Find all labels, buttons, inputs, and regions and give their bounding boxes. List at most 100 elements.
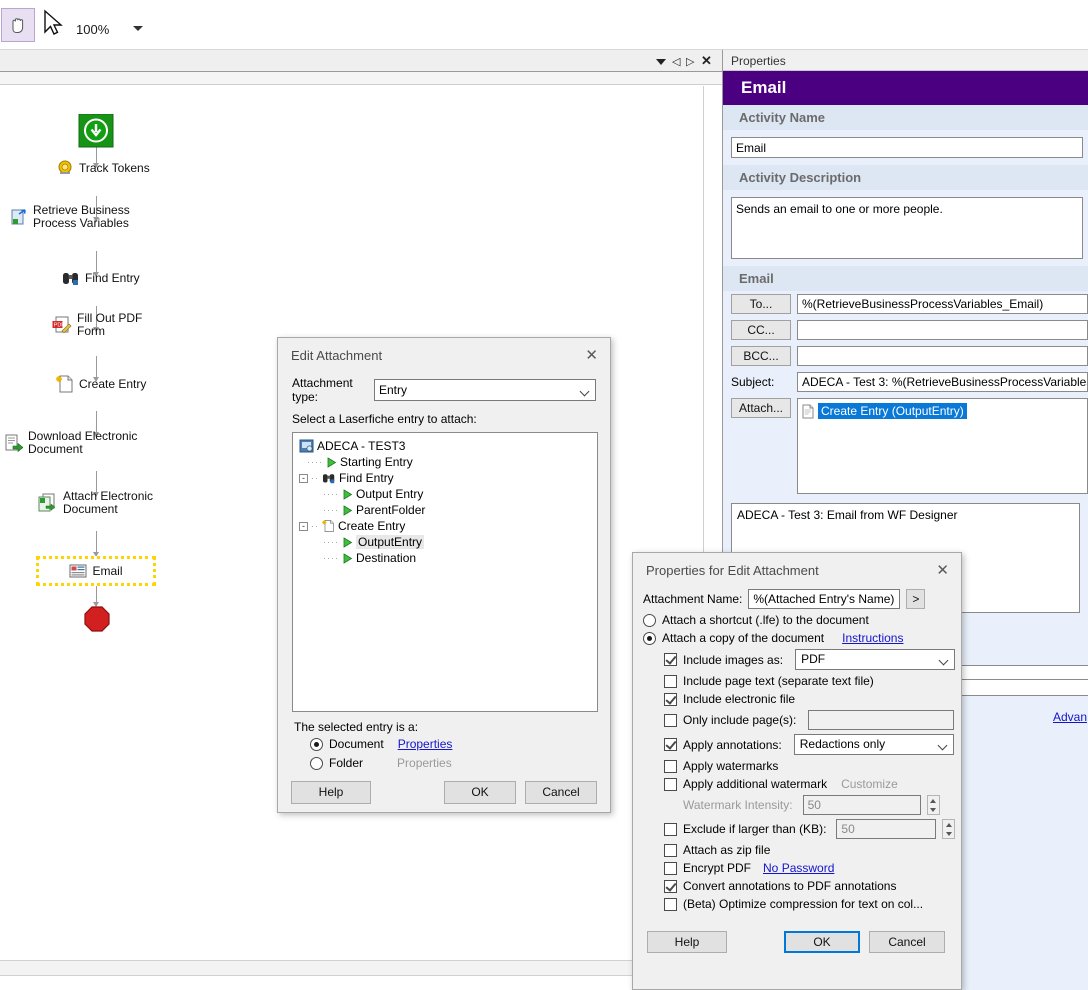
help-button[interactable]: Help	[647, 931, 727, 953]
green-arrow-icon	[343, 552, 353, 564]
document-properties-link[interactable]: Properties	[398, 737, 453, 751]
attach-shortcut-radio[interactable]	[643, 613, 656, 627]
beta-optimize-checkbox[interactable]	[664, 897, 677, 911]
watermark-intensity-label: Watermark Intensity:	[683, 798, 793, 812]
binoculars-icon	[63, 273, 78, 285]
exclude-if-larger-input[interactable]: 50	[836, 819, 937, 839]
pointer-tool-button[interactable]	[40, 8, 70, 42]
only-include-pages-input[interactable]	[808, 710, 955, 730]
tab-dropdown-icon[interactable]	[656, 59, 666, 65]
node-end[interactable]	[84, 606, 110, 632]
include-images-select[interactable]: PDF	[795, 649, 956, 670]
dialog-title-text: Properties for Edit Attachment	[646, 563, 819, 578]
attachment-name-input[interactable]: %(Attached Entry's Name)	[748, 589, 901, 609]
zoom-dropdown-caret-icon[interactable]	[133, 26, 143, 31]
download-document-icon	[5, 434, 23, 453]
activity-description-section-header: Activity Description	[723, 165, 1088, 190]
tab-prev-icon[interactable]: ◁	[672, 55, 680, 68]
folder-radio-row: Folder Properties	[278, 751, 610, 770]
canvas-tab-strip	[0, 50, 722, 72]
tree-item-repository[interactable]: ADECA - TEST3	[297, 438, 593, 454]
tab-close-icon[interactable]: ✕	[701, 53, 712, 69]
include-electronic-file-checkbox[interactable]	[664, 692, 677, 706]
help-button[interactable]: Help	[291, 781, 371, 804]
attach-as-zip-label: Attach as zip file	[683, 843, 771, 857]
close-icon[interactable]: ✕	[936, 561, 949, 579]
only-include-pages-label: Only include page(s):	[683, 713, 797, 727]
tree-item-find-entry[interactable]: - ·· Find Entry	[297, 470, 593, 486]
properties-panel-title: Properties	[723, 50, 1088, 71]
watermark-intensity-input[interactable]: 50	[802, 795, 921, 815]
bcc-button[interactable]: BCC...	[731, 346, 791, 366]
only-include-pages-checkbox[interactable]	[664, 713, 677, 727]
cc-button[interactable]: CC...	[731, 320, 791, 340]
to-input[interactable]: %(RetrieveBusinessProcessVariables_Email…	[797, 294, 1088, 314]
expand-token-button[interactable]: >	[906, 589, 926, 609]
advanced-link[interactable]: Advan	[1053, 710, 1087, 724]
attach-button[interactable]: Attach...	[731, 398, 791, 418]
watermark-intensity-row: Watermark Intensity: 50	[633, 793, 961, 817]
cancel-button[interactable]: Cancel	[869, 931, 945, 953]
watermark-intensity-spinner[interactable]	[926, 795, 940, 815]
apply-additional-watermark-checkbox[interactable]	[664, 777, 677, 791]
tree-item-output-entry-find[interactable]: ···· Output Entry	[297, 486, 593, 502]
edit-attachment-button-bar: Help OK Cancel	[278, 770, 610, 810]
node-attach-electronic-document[interactable]: Attach Electronic Document	[38, 490, 153, 516]
tree-guide: ····	[323, 537, 339, 547]
instructions-link[interactable]: Instructions	[842, 631, 903, 645]
activity-description-textarea[interactable]: Sends an email to one or more people.	[731, 197, 1083, 259]
document-radio[interactable]	[310, 737, 323, 751]
convert-annotations-checkbox[interactable]	[664, 879, 677, 893]
include-page-text-checkbox[interactable]	[664, 674, 677, 688]
tree-expander-icon[interactable]: -	[299, 473, 308, 483]
tree-item-label: Create Entry	[338, 519, 406, 533]
apply-annotations-value: Redactions only	[799, 737, 886, 751]
folder-radio[interactable]	[310, 756, 323, 770]
tab-next-icon[interactable]: ▷	[686, 55, 694, 68]
tree-item-starting-entry[interactable]: ···· Starting Entry	[297, 454, 593, 470]
attachment-list[interactable]: Create Entry (OutputEntry)	[797, 398, 1088, 494]
node-fill-out-pdf-form[interactable]: PDF Fill Out PDF Form	[52, 312, 142, 338]
node-track-tokens[interactable]: Track Tokens	[58, 160, 150, 176]
to-button[interactable]: To...	[731, 294, 791, 314]
cc-input[interactable]	[797, 320, 1088, 340]
ok-button[interactable]: OK	[444, 781, 516, 804]
apply-watermarks-checkbox[interactable]	[664, 759, 677, 773]
activity-description-field-wrap: Sends an email to one or more people.	[723, 190, 1088, 266]
tree-item-create-entry[interactable]: - ·· Create Entry	[297, 518, 593, 534]
attachment-list-item[interactable]: Create Entry (OutputEntry)	[802, 403, 1083, 419]
bcc-input[interactable]	[797, 346, 1088, 366]
node-download-electronic-document[interactable]: Download Electronic Document	[5, 430, 137, 456]
tree-expander-icon[interactable]: -	[299, 521, 308, 531]
node-create-entry[interactable]: Create Entry	[56, 374, 146, 394]
apply-annotations-checkbox[interactable]	[664, 738, 677, 751]
canvas-horizontal-scrollbar[interactable]	[0, 960, 722, 976]
subject-input[interactable]: ADECA - Test 3: %(RetrieveBusinessProces…	[797, 372, 1088, 392]
apply-annotations-select[interactable]: Redactions only	[793, 734, 954, 755]
node-start[interactable]	[78, 114, 114, 148]
exclude-if-larger-checkbox[interactable]	[664, 822, 677, 836]
pdf-form-icon: PDF	[52, 316, 72, 334]
node-retrieve-business-process-variables[interactable]: Retrieve Business Process Variables	[10, 204, 130, 230]
activity-name-input[interactable]: Email	[731, 137, 1083, 158]
no-password-link[interactable]: No Password	[763, 861, 834, 875]
tree-item-label: OutputEntry	[356, 535, 425, 549]
hand-tool-button[interactable]	[1, 8, 35, 42]
tree-item-parent-folder[interactable]: ···· ParentFolder	[297, 502, 593, 518]
close-icon[interactable]: ✕	[585, 346, 598, 364]
exclude-if-larger-spinner[interactable]	[942, 819, 956, 839]
node-find-entry[interactable]: Find Entry	[62, 270, 140, 286]
encrypt-pdf-checkbox[interactable]	[664, 861, 677, 875]
entry-tree[interactable]: ADECA - TEST3 ···· Starting Entry - ·· F…	[292, 432, 598, 712]
cancel-button[interactable]: Cancel	[525, 781, 597, 804]
attachment-type-select[interactable]: Entry	[374, 379, 596, 401]
tree-item-output-entry-create[interactable]: ···· OutputEntry	[297, 534, 593, 550]
include-images-checkbox[interactable]	[664, 653, 677, 666]
tree-item-destination[interactable]: ···· Destination	[297, 550, 593, 566]
attach-as-zip-checkbox[interactable]	[664, 843, 677, 857]
node-label: Fill Out PDF Form	[77, 311, 143, 338]
node-email[interactable]: Email	[36, 556, 156, 586]
ok-button[interactable]: OK	[784, 931, 860, 953]
document-radio-label: Document	[329, 737, 384, 751]
attach-copy-radio[interactable]	[643, 631, 656, 645]
